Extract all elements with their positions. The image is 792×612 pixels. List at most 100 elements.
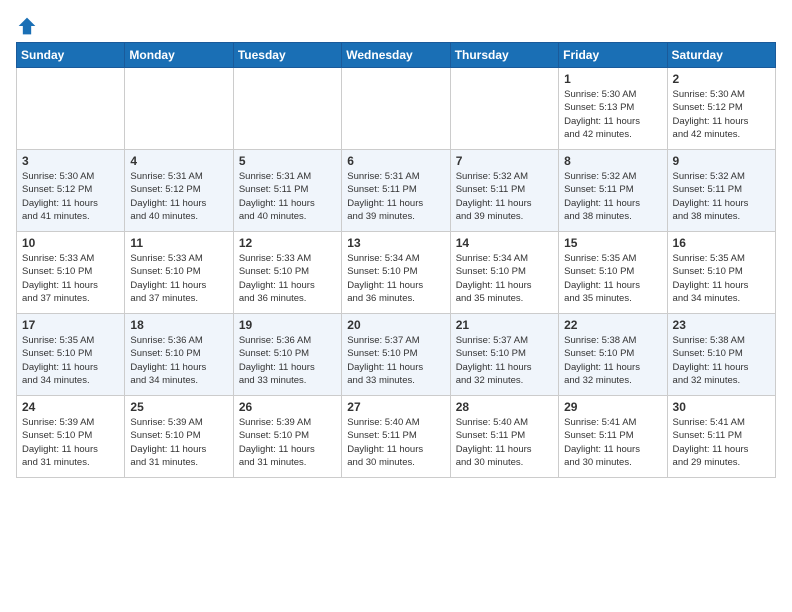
day-info: Sunrise: 5:40 AM Sunset: 5:11 PM Dayligh… [347, 416, 444, 469]
day-number: 27 [347, 400, 444, 414]
weekday-header-tuesday: Tuesday [233, 43, 341, 68]
day-info: Sunrise: 5:30 AM Sunset: 5:12 PM Dayligh… [22, 170, 119, 223]
day-number: 21 [456, 318, 553, 332]
day-number: 23 [673, 318, 770, 332]
calendar-cell: 13 Sunrise: 5:34 AM Sunset: 5:10 PM Dayli… [342, 232, 450, 314]
calendar-cell [233, 68, 341, 150]
weekday-header-wednesday: Wednesday [342, 43, 450, 68]
day-number: 14 [456, 236, 553, 250]
calendar-cell: 15Sunrise: 5:35 AM Sunset: 5:10 PM Dayli… [559, 232, 667, 314]
calendar-cell: 25 Sunrise: 5:39 AM Sunset: 5:10 PM Dayli… [125, 396, 233, 478]
day-number: 2 [673, 72, 770, 86]
calendar-cell: 24 Sunrise: 5:39 AM Sunset: 5:10 PM Dayli… [17, 396, 125, 478]
calendar-week-2: 3 Sunrise: 5:30 AM Sunset: 5:12 PM Daylig… [17, 150, 776, 232]
calendar-cell: 2 Sunrise: 5:30 AM Sunset: 5:12 PM Daylig… [667, 68, 775, 150]
day-number: 5 [239, 154, 336, 168]
day-number: 17 [22, 318, 119, 332]
day-number: 25 [130, 400, 227, 414]
day-number: 24 [22, 400, 119, 414]
day-info: Sunrise: 5:32 AM Sunset: 5:11 PM Dayligh… [456, 170, 553, 223]
calendar-cell: 17 Sunrise: 5:35 AM Sunset: 5:10 PM Dayli… [17, 314, 125, 396]
calendar-cell: 6 Sunrise: 5:31 AM Sunset: 5:11 PM Daylig… [342, 150, 450, 232]
day-info: Sunrise: 5:37 AM Sunset: 5:10 PM Dayligh… [456, 334, 553, 387]
day-number: 20 [347, 318, 444, 332]
day-number: 6 [347, 154, 444, 168]
calendar-cell: 14 Sunrise: 5:34 AM Sunset: 5:10 PM Dayli… [450, 232, 558, 314]
calendar-cell [125, 68, 233, 150]
weekday-header-friday: Friday [559, 43, 667, 68]
day-number: 12 [239, 236, 336, 250]
day-info: Sunrise: 5:38 AM Sunset: 5:10 PM Dayligh… [564, 334, 661, 387]
day-info: Sunrise: 5:35 AM Sunset: 5:10 PM Dayligh… [673, 252, 770, 305]
day-info: Sunrise: 5:41 AM Sunset: 5:11 PM Dayligh… [673, 416, 770, 469]
day-number: 13 [347, 236, 444, 250]
calendar-cell: 28 Sunrise: 5:40 AM Sunset: 5:11 PM Dayli… [450, 396, 558, 478]
calendar-cell: 22 Sunrise: 5:38 AM Sunset: 5:10 PM Dayli… [559, 314, 667, 396]
calendar-week-5: 24 Sunrise: 5:39 AM Sunset: 5:10 PM Dayli… [17, 396, 776, 478]
day-info: Sunrise: 5:30 AM Sunset: 5:13 PM Dayligh… [564, 88, 661, 141]
calendar-cell: 23 Sunrise: 5:38 AM Sunset: 5:10 PM Dayli… [667, 314, 775, 396]
calendar-cell: 27 Sunrise: 5:40 AM Sunset: 5:11 PM Dayli… [342, 396, 450, 478]
day-number: 18 [130, 318, 227, 332]
day-number: 26 [239, 400, 336, 414]
day-info: Sunrise: 5:31 AM Sunset: 5:11 PM Dayligh… [347, 170, 444, 223]
day-info: Sunrise: 5:38 AM Sunset: 5:10 PM Dayligh… [673, 334, 770, 387]
day-info: Sunrise: 5:41 AM Sunset: 5:11 PM Dayligh… [564, 416, 661, 469]
day-number: 10 [22, 236, 119, 250]
day-number: 28 [456, 400, 553, 414]
day-number: 1 [564, 72, 661, 86]
calendar-week-3: 10 Sunrise: 5:33 AM Sunset: 5:10 PM Dayli… [17, 232, 776, 314]
calendar-cell: 8Sunrise: 5:32 AM Sunset: 5:11 PM Daylig… [559, 150, 667, 232]
calendar-cell [450, 68, 558, 150]
day-number: 11 [130, 236, 227, 250]
day-info: Sunrise: 5:36 AM Sunset: 5:10 PM Dayligh… [239, 334, 336, 387]
weekday-header-saturday: Saturday [667, 43, 775, 68]
day-number: 4 [130, 154, 227, 168]
day-info: Sunrise: 5:32 AM Sunset: 5:11 PM Dayligh… [564, 170, 661, 223]
weekday-header-sunday: Sunday [17, 43, 125, 68]
calendar-table: SundayMondayTuesdayWednesdayThursdayFrid… [16, 42, 776, 478]
calendar-cell: 10Sunrise: 5:33 AM Sunset: 5:10 PM Dayli… [17, 232, 125, 314]
calendar-cell [17, 68, 125, 150]
calendar-cell: 21 Sunrise: 5:37 AM Sunset: 5:10 PM Dayli… [450, 314, 558, 396]
calendar-cell: 16 Sunrise: 5:35 AM Sunset: 5:10 PM Dayli… [667, 232, 775, 314]
calendar-cell [342, 68, 450, 150]
day-number: 16 [673, 236, 770, 250]
calendar-cell: 12 Sunrise: 5:33 AM Sunset: 5:10 PM Dayli… [233, 232, 341, 314]
day-info: Sunrise: 5:31 AM Sunset: 5:11 PM Dayligh… [239, 170, 336, 223]
day-info: Sunrise: 5:39 AM Sunset: 5:10 PM Dayligh… [130, 416, 227, 469]
day-info: Sunrise: 5:30 AM Sunset: 5:12 PM Dayligh… [673, 88, 770, 141]
day-number: 22 [564, 318, 661, 332]
day-number: 15 [564, 236, 661, 250]
calendar-week-4: 17 Sunrise: 5:35 AM Sunset: 5:10 PM Dayli… [17, 314, 776, 396]
day-info: Sunrise: 5:36 AM Sunset: 5:10 PM Dayligh… [130, 334, 227, 387]
day-info: Sunrise: 5:39 AM Sunset: 5:10 PM Dayligh… [22, 416, 119, 469]
day-info: Sunrise: 5:37 AM Sunset: 5:10 PM Dayligh… [347, 334, 444, 387]
calendar-week-1: 1 Sunrise: 5:30 AM Sunset: 5:13 PM Daylig… [17, 68, 776, 150]
calendar-cell: 11 Sunrise: 5:33 AM Sunset: 5:10 PM Dayli… [125, 232, 233, 314]
calendar-cell: 20 Sunrise: 5:37 AM Sunset: 5:10 PM Dayli… [342, 314, 450, 396]
weekday-header-monday: Monday [125, 43, 233, 68]
calendar-cell: 7 Sunrise: 5:32 AM Sunset: 5:11 PM Daylig… [450, 150, 558, 232]
calendar-cell: 9 Sunrise: 5:32 AM Sunset: 5:11 PM Daylig… [667, 150, 775, 232]
calendar-header-row: SundayMondayTuesdayWednesdayThursdayFrid… [17, 43, 776, 68]
day-info: Sunrise: 5:32 AM Sunset: 5:11 PM Dayligh… [673, 170, 770, 223]
day-info: Sunrise: 5:31 AM Sunset: 5:12 PM Dayligh… [130, 170, 227, 223]
day-number: 9 [673, 154, 770, 168]
day-info: Sunrise: 5:34 AM Sunset: 5:10 PM Dayligh… [456, 252, 553, 305]
day-info: Sunrise: 5:39 AM Sunset: 5:10 PM Dayligh… [239, 416, 336, 469]
day-info: Sunrise: 5:35 AM Sunset: 5:10 PM Dayligh… [22, 334, 119, 387]
day-info: Sunrise: 5:33 AM Sunset: 5:10 PM Dayligh… [239, 252, 336, 305]
day-info: Sunrise: 5:34 AM Sunset: 5:10 PM Dayligh… [347, 252, 444, 305]
calendar-cell: 3 Sunrise: 5:30 AM Sunset: 5:12 PM Daylig… [17, 150, 125, 232]
day-number: 3 [22, 154, 119, 168]
calendar-cell: 18 Sunrise: 5:36 AM Sunset: 5:10 PM Dayli… [125, 314, 233, 396]
day-info: Sunrise: 5:40 AM Sunset: 5:11 PM Dayligh… [456, 416, 553, 469]
weekday-header-thursday: Thursday [450, 43, 558, 68]
calendar-cell: 5 Sunrise: 5:31 AM Sunset: 5:11 PM Daylig… [233, 150, 341, 232]
calendar-cell: 1 Sunrise: 5:30 AM Sunset: 5:13 PM Daylig… [559, 68, 667, 150]
day-info: Sunrise: 5:33 AM Sunset: 5:10 PM Dayligh… [130, 252, 227, 305]
calendar-cell: 4 Sunrise: 5:31 AM Sunset: 5:12 PM Daylig… [125, 150, 233, 232]
logo [16, 16, 37, 34]
day-number: 7 [456, 154, 553, 168]
